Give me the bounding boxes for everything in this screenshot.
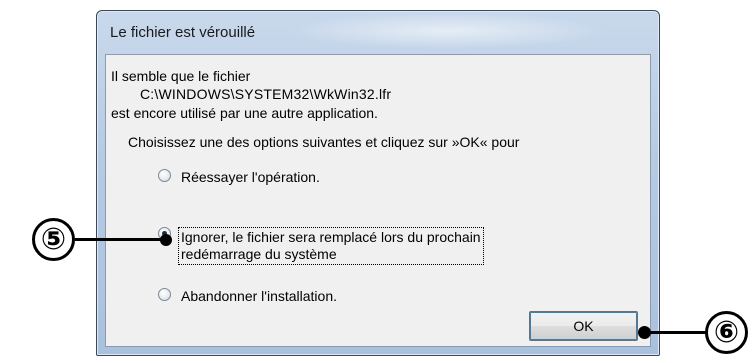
ok-button[interactable]: OK — [529, 311, 638, 341]
dialog-body: Il semble que le fichier C:\WINDOWS\SYST… — [105, 54, 651, 347]
option-abort-label[interactable]: Abandonner l'installation. — [181, 288, 337, 305]
option-ignore[interactable]: Ignorer, le fichier sera remplacé lors d… — [158, 227, 484, 265]
option-retry-label[interactable]: Réessayer l'opération. — [181, 169, 320, 186]
option-ignore-label-line1: Ignorer, le fichier sera remplacé lors d… — [181, 229, 481, 245]
message-line-3: est encore utilisé par une autre applica… — [111, 105, 378, 121]
option-retry[interactable]: Réessayer l'opération. — [158, 169, 320, 186]
callout-6: ⑥ — [705, 311, 748, 354]
dialog-window: Le fichier est vérouillé Il semble que l… — [96, 10, 660, 356]
title-glow — [287, 13, 607, 49]
message-line-1: Il semble que le fichier — [111, 68, 251, 84]
option-ignore-label-line2: redémarrage du système — [181, 246, 337, 262]
callout-6-dot — [638, 326, 651, 339]
dialog-title: Le fichier est vérouillé — [110, 24, 256, 41]
callout-5-dot — [160, 234, 172, 246]
callout-6-line — [646, 331, 706, 334]
radio-abort[interactable] — [158, 288, 171, 301]
option-ignore-label[interactable]: Ignorer, le fichier sera remplacé lors d… — [178, 227, 484, 265]
options-prompt: Choisissez une des options suivantes et … — [128, 134, 520, 150]
callout-5: ⑤ — [32, 218, 75, 261]
callout-5-line — [75, 238, 167, 241]
option-abort[interactable]: Abandonner l'installation. — [158, 288, 337, 305]
message-file-path: C:\WINDOWS\SYSTEM32\WkWin32.lfr — [140, 86, 392, 102]
title-bar[interactable]: Le fichier est vérouillé — [97, 11, 659, 53]
radio-retry[interactable] — [158, 169, 171, 182]
